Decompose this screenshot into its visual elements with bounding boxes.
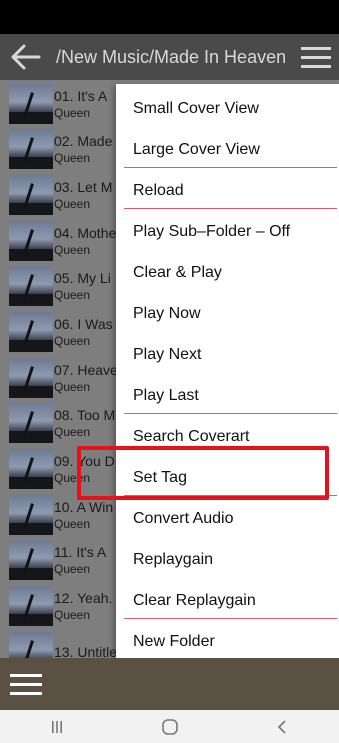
menu-separator <box>124 618 337 619</box>
album-cover <box>9 632 53 658</box>
nav-back-button[interactable] <box>253 710 313 743</box>
menu-item-search-coverart[interactable]: Search Coverart <box>116 416 339 457</box>
track-title: 01. It's A <box>54 88 108 104</box>
menu-item-new-folder[interactable]: New Folder <box>116 621 339 662</box>
track-artist: Queen <box>54 517 91 531</box>
album-cover <box>9 586 53 626</box>
menu-item-convert-audio[interactable]: Convert Audio <box>116 498 339 539</box>
bottom-bar <box>0 658 339 710</box>
nav-home-button[interactable] <box>140 710 200 743</box>
chevron-left-icon <box>277 719 286 734</box>
track-artist: Queen <box>54 380 91 394</box>
hamburger-menu-icon <box>301 47 331 68</box>
album-cover <box>9 129 53 169</box>
track-title: 03. Let M <box>54 179 113 195</box>
track-artist: Queen <box>54 471 91 485</box>
track-title: 09. You D <box>54 453 115 469</box>
menu-item-set-tag[interactable]: Set Tag <box>116 457 339 498</box>
menu-item-large-cover-view[interactable]: Large Cover View <box>116 129 339 170</box>
album-cover <box>9 84 53 124</box>
track-title: 04. Mothe <box>54 225 117 241</box>
arrow-left-icon <box>11 44 41 70</box>
album-cover <box>9 495 53 535</box>
album-cover <box>9 358 53 398</box>
track-artist: Queen <box>54 243 91 257</box>
menu-item-play-next[interactable]: Play Next <box>116 334 339 375</box>
menu-item-reload[interactable]: Reload <box>116 170 339 211</box>
track-artist: Queen <box>54 106 91 120</box>
track-title: 13. Untitle <box>54 644 118 658</box>
track-title: 08. Too M <box>54 407 116 423</box>
track-title: 10. A Win <box>54 499 114 515</box>
menu-item-play-last[interactable]: Play Last <box>116 375 339 416</box>
track-title: 11. It's A <box>54 544 107 560</box>
menu-separator <box>124 413 337 414</box>
track-title: 05. My Li <box>54 270 111 286</box>
track-title: 07. Heave <box>54 362 118 378</box>
back-button[interactable] <box>0 34 52 80</box>
menu-item-play-now[interactable]: Play Now <box>116 293 339 334</box>
top-bar: /New Music/Made In Heaven <box>0 34 339 80</box>
status-bar <box>0 0 339 34</box>
album-cover <box>9 221 53 261</box>
album-cover <box>9 449 53 489</box>
menu-item-small-cover-view[interactable]: Small Cover View <box>116 88 339 129</box>
bottom-menu-button[interactable] <box>0 658 52 710</box>
menu-item-clear-replaygain[interactable]: Clear Replaygain <box>116 580 339 621</box>
hamburger-menu-icon <box>10 674 42 695</box>
track-title: 12. Yeah. <box>54 590 113 606</box>
track-artist: Queen <box>54 608 91 622</box>
menu-item-play-sub-folder[interactable]: Play Sub–Folder – Off <box>116 211 339 252</box>
album-cover <box>9 403 53 443</box>
album-cover <box>9 266 53 306</box>
track-artist: Queen <box>54 425 91 439</box>
track-artist: Queen <box>54 197 91 211</box>
context-menu: Small Cover View Large Cover View Reload… <box>116 84 339 659</box>
home-icon <box>161 718 178 735</box>
menu-separator <box>124 208 337 209</box>
track-artist: Queen <box>54 151 91 165</box>
nav-recents-button[interactable] <box>27 710 87 743</box>
folder-path-title: /New Music/Made In Heaven <box>56 46 287 67</box>
system-nav-bar <box>0 710 339 743</box>
track-artist: Queen <box>54 334 91 348</box>
album-cover <box>9 175 53 215</box>
recents-icon <box>51 720 62 733</box>
track-artist: Queen <box>54 562 91 576</box>
track-title: 06. I Was <box>54 316 113 332</box>
menu-item-clear-and-play[interactable]: Clear & Play <box>116 252 339 293</box>
track-artist: Queen <box>54 288 91 302</box>
album-cover <box>9 540 53 580</box>
menu-item-replaygain[interactable]: Replaygain <box>116 539 339 580</box>
menu-separator <box>124 495 337 496</box>
track-title: 02. Made <box>54 133 113 149</box>
menu-separator <box>124 167 337 168</box>
album-cover <box>9 312 53 352</box>
overflow-menu-button[interactable] <box>293 34 339 80</box>
